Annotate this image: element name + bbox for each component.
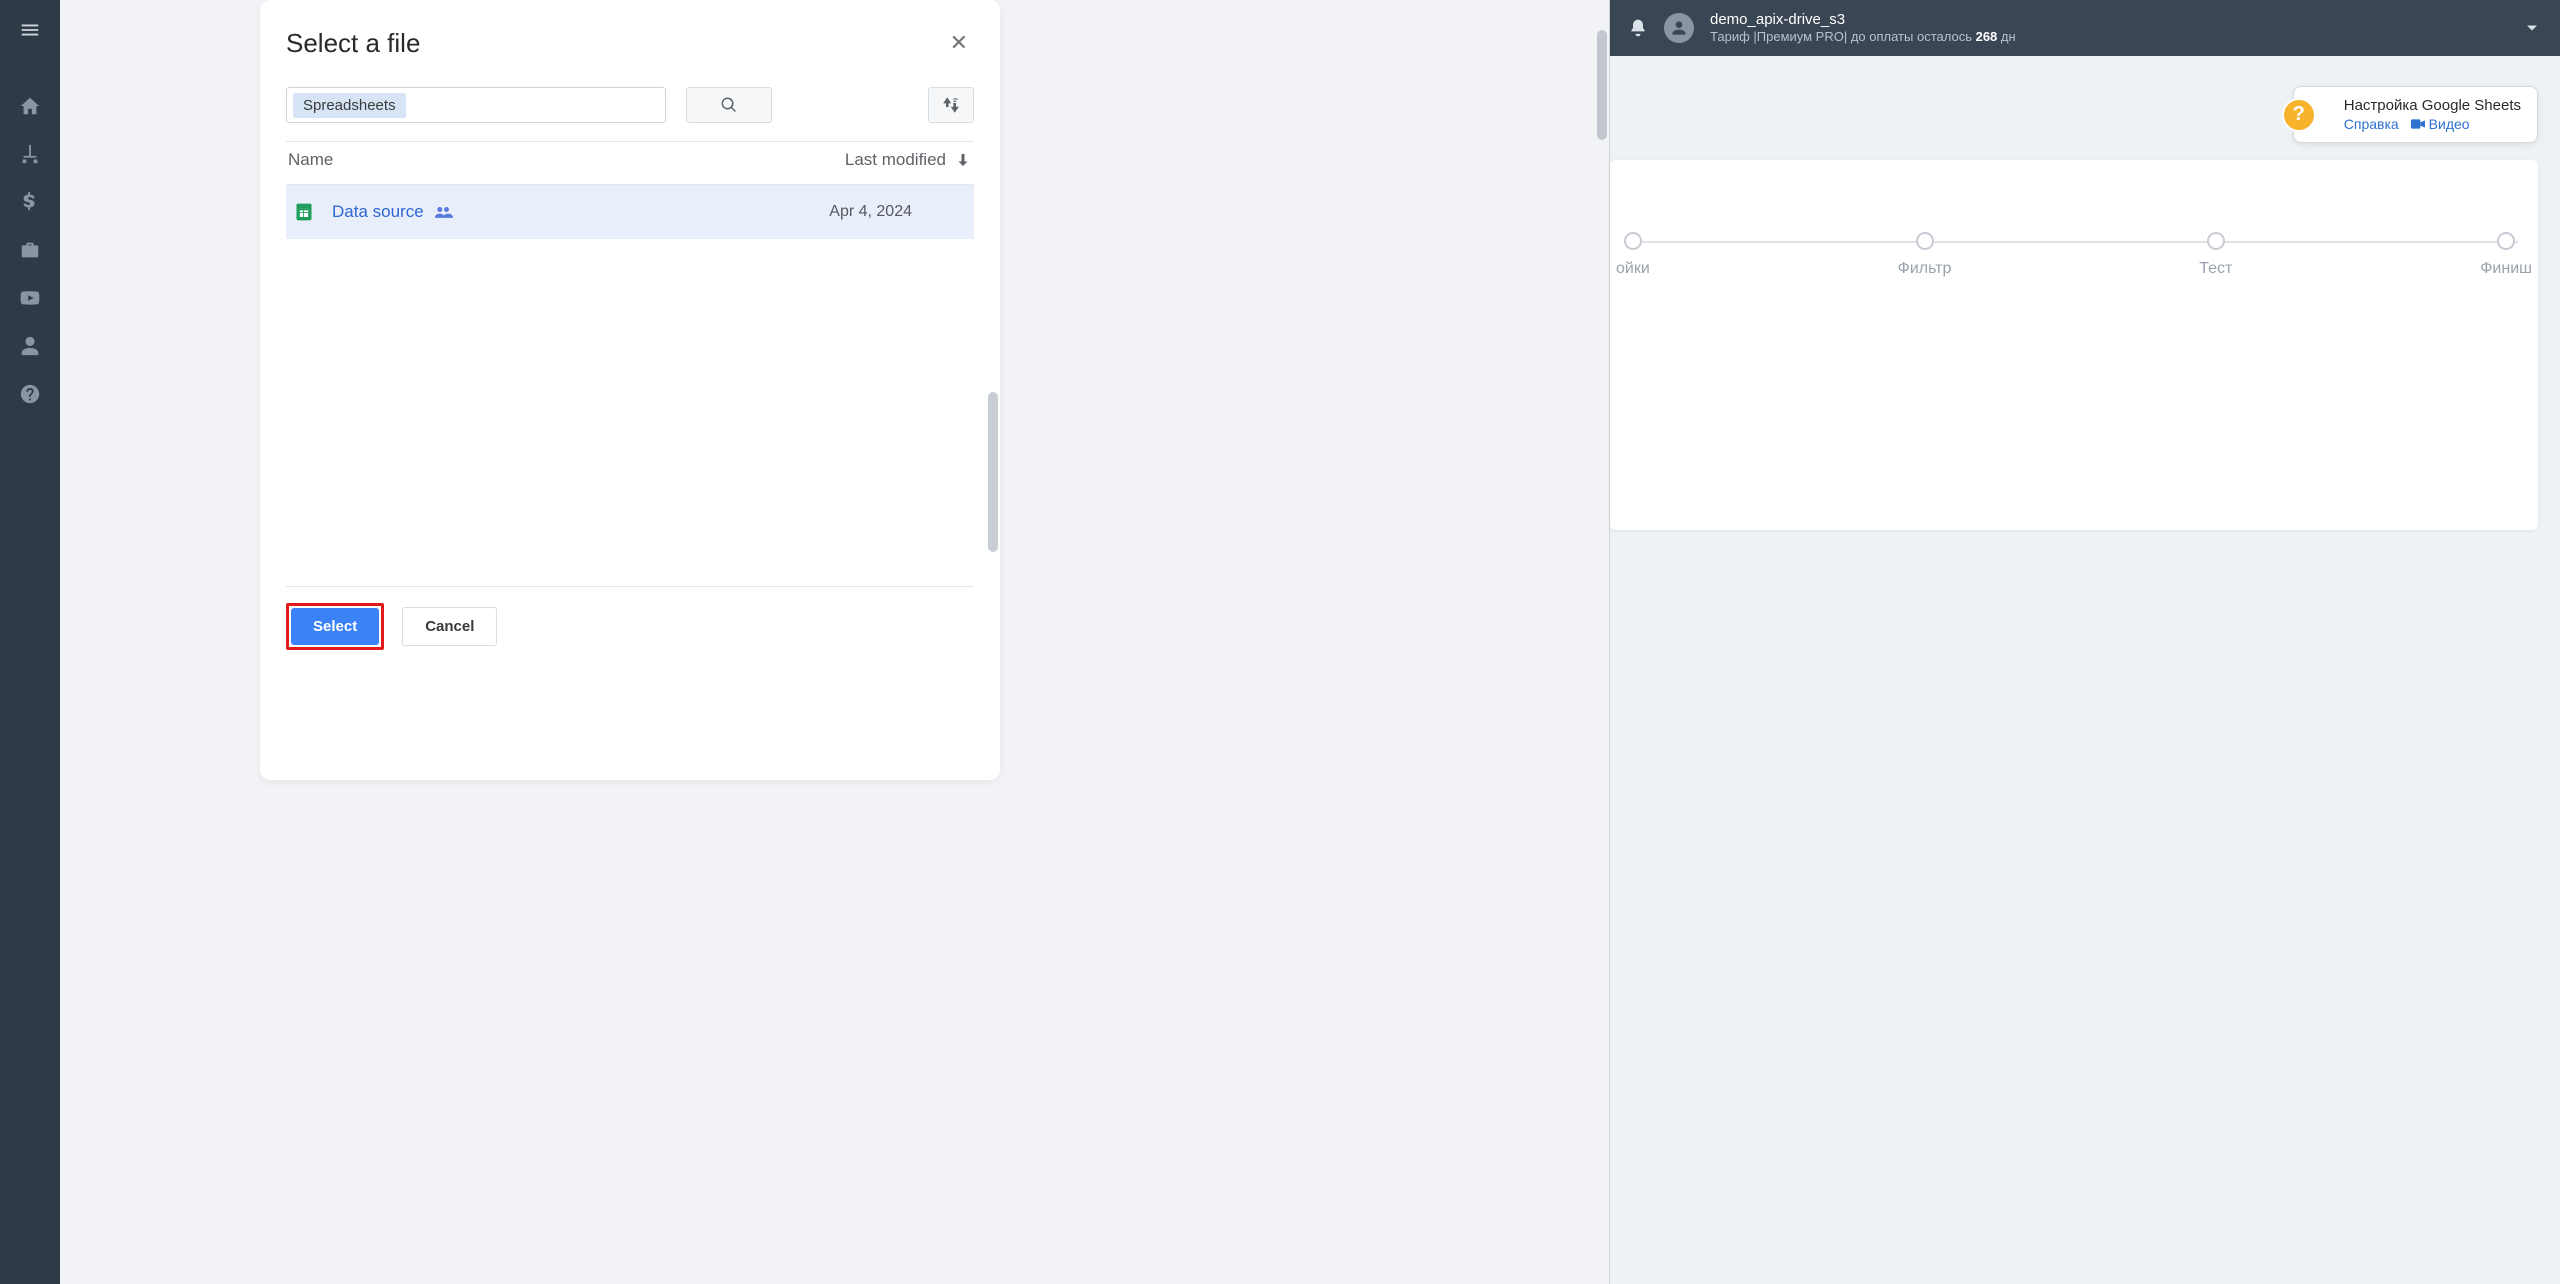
help-pill: ? Настройка Google Sheets Справка Видео — [2293, 86, 2538, 143]
search-button[interactable] — [686, 87, 772, 123]
cancel-button[interactable]: Cancel — [402, 607, 497, 646]
chevron-down-icon[interactable] — [2522, 18, 2542, 38]
shared-icon — [434, 205, 454, 219]
picker-columns-header: Name Last modified — [286, 141, 974, 185]
avatar[interactable] — [1664, 13, 1694, 43]
left-panel: Select a file ✕ Spreadsheets Name — [60, 0, 1610, 1284]
help-badge-icon[interactable]: ? — [2282, 98, 2316, 132]
username: demo_apix-drive_s3 — [1710, 11, 2016, 29]
select-button[interactable]: Select — [291, 608, 379, 645]
help-title: Настройка Google Sheets — [2344, 97, 2521, 114]
video-icon — [2411, 118, 2425, 130]
sort-desc-icon — [954, 151, 972, 169]
help-ref-link[interactable]: Справка — [2344, 116, 2399, 132]
wizard-step-2[interactable]: Фильтр — [1898, 232, 1952, 278]
filter-chip-box[interactable]: Spreadsheets — [286, 87, 666, 123]
file-name: Data source — [332, 202, 424, 222]
file-date: Apr 4, 2024 — [829, 203, 972, 221]
wizard-step-3[interactable]: Тест — [2199, 232, 2232, 278]
help-video-link[interactable]: Видео — [2411, 116, 2470, 132]
picker-footer: Select Cancel — [286, 586, 974, 650]
sitemap-icon[interactable] — [12, 136, 48, 172]
user-block[interactable]: demo_apix-drive_s3 Тариф |Премиум PRO| д… — [1710, 11, 2016, 45]
wizard-card: ойки Фильтр Тест Финиш — [1610, 160, 2538, 530]
wizard-steps: ойки Фильтр Тест Финиш — [1610, 232, 2538, 278]
wizard-step-4[interactable]: Финиш — [2480, 232, 2532, 278]
picker-scrollbar-thumb[interactable] — [988, 392, 998, 552]
help-icon[interactable] — [12, 376, 48, 412]
right-panel: demo_apix-drive_s3 Тариф |Премиум PRO| д… — [1610, 0, 2560, 1284]
briefcase-icon[interactable] — [12, 232, 48, 268]
dollar-icon[interactable] — [12, 184, 48, 220]
wizard-step-1[interactable]: ойки — [1616, 232, 1650, 278]
youtube-icon[interactable] — [12, 280, 48, 316]
home-icon[interactable] — [12, 88, 48, 124]
file-row[interactable]: Data source Apr 4, 2024 — [286, 185, 974, 239]
left-scrollbar-thumb[interactable] — [1597, 30, 1607, 140]
close-icon[interactable]: ✕ — [944, 28, 974, 58]
app-sidebar — [0, 0, 60, 1284]
tariff-line: Тариф |Премиум PRO| до оплаты осталось 2… — [1710, 29, 2016, 45]
filter-chip[interactable]: Spreadsheets — [293, 93, 406, 118]
column-name[interactable]: Name — [288, 150, 845, 170]
spreadsheet-icon — [294, 202, 314, 222]
notifications-icon[interactable] — [1628, 18, 1648, 38]
file-picker-dialog: Select a file ✕ Spreadsheets Name — [260, 0, 1000, 780]
column-last-modified[interactable]: Last modified — [845, 150, 972, 170]
hamburger-icon[interactable] — [12, 12, 48, 48]
picker-title: Select a file — [286, 28, 420, 59]
sort-button[interactable] — [928, 87, 974, 123]
select-button-highlight: Select — [286, 603, 384, 650]
account-icon[interactable] — [12, 328, 48, 364]
topbar: demo_apix-drive_s3 Тариф |Премиум PRO| д… — [1610, 0, 2560, 56]
